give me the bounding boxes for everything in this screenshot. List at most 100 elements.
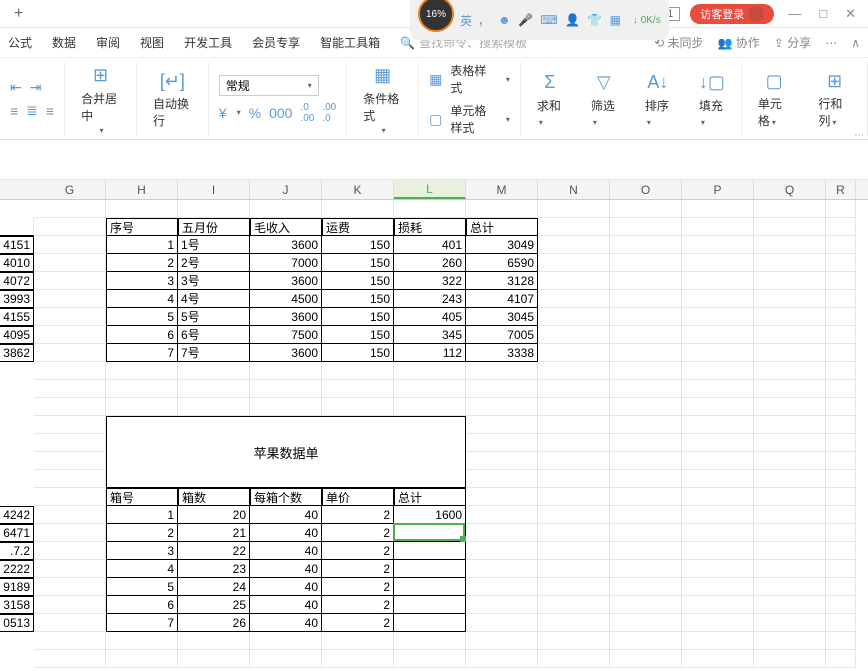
- data-cell[interactable]: 损耗: [394, 218, 466, 236]
- partial-cell[interactable]: 4242: [0, 506, 34, 524]
- cell[interactable]: [538, 380, 610, 398]
- cell[interactable]: [34, 380, 106, 398]
- cell[interactable]: [826, 488, 856, 506]
- cell[interactable]: [538, 254, 610, 272]
- indent-icon[interactable]: ⇥: [30, 79, 42, 96]
- col-header-O[interactable]: O: [610, 180, 682, 199]
- cell[interactable]: [106, 398, 178, 416]
- person-icon[interactable]: 👤: [565, 13, 580, 27]
- cell[interactable]: [178, 380, 250, 398]
- cell[interactable]: [34, 542, 106, 560]
- cell[interactable]: [538, 272, 610, 290]
- cell[interactable]: [754, 560, 826, 578]
- cell[interactable]: [826, 434, 856, 452]
- guest-login-button[interactable]: 访客登录: [690, 4, 774, 24]
- data-cell[interactable]: 150: [322, 236, 394, 254]
- data-cell[interactable]: 2: [322, 524, 394, 542]
- cell[interactable]: [34, 344, 106, 362]
- data-cell[interactable]: 2: [322, 614, 394, 632]
- data-cell[interactable]: 7: [106, 614, 178, 632]
- col-header-M[interactable]: M: [466, 180, 538, 199]
- data-cell[interactable]: 5: [106, 308, 178, 326]
- data-cell[interactable]: [394, 524, 466, 542]
- new-tab-button[interactable]: +: [8, 5, 29, 23]
- cell[interactable]: [682, 560, 754, 578]
- data-cell[interactable]: 405: [394, 308, 466, 326]
- ime-widget[interactable]: 16% 英 ， ☻ 🎤 ⌨ 👤 👕 ▦ ↓ 0K/s: [410, 0, 669, 40]
- cell[interactable]: [34, 308, 106, 326]
- cell[interactable]: [34, 632, 106, 650]
- cell[interactable]: [610, 542, 682, 560]
- cell[interactable]: [466, 650, 538, 668]
- cell[interactable]: [826, 308, 856, 326]
- cell[interactable]: [754, 578, 826, 596]
- data-cell[interactable]: [394, 578, 466, 596]
- cell[interactable]: [610, 578, 682, 596]
- cell[interactable]: [538, 596, 610, 614]
- cell[interactable]: [754, 380, 826, 398]
- cell[interactable]: [826, 452, 856, 470]
- partial-cell[interactable]: 0513: [0, 614, 34, 632]
- cell[interactable]: [538, 398, 610, 416]
- data-cell[interactable]: 2: [106, 254, 178, 272]
- cell[interactable]: [538, 434, 610, 452]
- cell[interactable]: [682, 524, 754, 542]
- cell[interactable]: [538, 542, 610, 560]
- data-cell[interactable]: 150: [322, 308, 394, 326]
- data-cell[interactable]: 3600: [250, 308, 322, 326]
- data-cell[interactable]: 4500: [250, 290, 322, 308]
- data-cell[interactable]: 40: [250, 578, 322, 596]
- cell[interactable]: [106, 200, 178, 218]
- cell-button[interactable]: ▢单元格▾: [752, 67, 797, 131]
- cell[interactable]: [106, 632, 178, 650]
- cell[interactable]: [34, 416, 106, 434]
- data-cell[interactable]: 3600: [250, 344, 322, 362]
- data-cell[interactable]: 3338: [466, 344, 538, 362]
- cell[interactable]: [682, 254, 754, 272]
- cell[interactable]: [538, 488, 610, 506]
- data-cell[interactable]: 150: [322, 326, 394, 344]
- partial-cell[interactable]: 9189: [0, 578, 34, 596]
- cell[interactable]: [34, 398, 106, 416]
- cell[interactable]: [178, 362, 250, 380]
- cell[interactable]: [322, 380, 394, 398]
- data-cell[interactable]: [394, 614, 466, 632]
- partial-cell[interactable]: 4151: [0, 236, 34, 254]
- data-cell[interactable]: 2: [322, 560, 394, 578]
- col-header-P[interactable]: P: [682, 180, 754, 199]
- cell[interactable]: [34, 488, 106, 506]
- data-cell[interactable]: 2号: [178, 254, 250, 272]
- collapse-ribbon[interactable]: ∧: [851, 36, 860, 50]
- menu-review[interactable]: 审阅: [96, 34, 120, 51]
- cell[interactable]: [394, 632, 466, 650]
- cell[interactable]: [34, 596, 106, 614]
- data-cell[interactable]: 4: [106, 560, 178, 578]
- thousand-button[interactable]: 000: [269, 105, 292, 121]
- cell[interactable]: [34, 470, 106, 488]
- data-cell[interactable]: 1: [106, 236, 178, 254]
- data-cell[interactable]: 3号: [178, 272, 250, 290]
- partial-cell[interactable]: 3862: [0, 344, 34, 362]
- data-cell[interactable]: 7005: [466, 326, 538, 344]
- data-cell[interactable]: 40: [250, 524, 322, 542]
- cell[interactable]: [34, 326, 106, 344]
- cell[interactable]: [34, 614, 106, 632]
- cell[interactable]: [610, 632, 682, 650]
- cell[interactable]: [826, 542, 856, 560]
- data-cell[interactable]: 运费: [322, 218, 394, 236]
- cell[interactable]: [250, 362, 322, 380]
- cell[interactable]: [538, 452, 610, 470]
- cell[interactable]: [250, 650, 322, 668]
- cell[interactable]: [178, 650, 250, 668]
- data-cell[interactable]: 25: [178, 596, 250, 614]
- cell[interactable]: [538, 236, 610, 254]
- cell-style-button[interactable]: ▢ 单元格样式▾: [429, 102, 510, 136]
- cell[interactable]: [682, 632, 754, 650]
- data-cell[interactable]: 4: [106, 290, 178, 308]
- cell[interactable]: [610, 614, 682, 632]
- data-cell[interactable]: 3: [106, 272, 178, 290]
- cell[interactable]: [610, 434, 682, 452]
- filter-button[interactable]: ▽筛选▾: [585, 69, 623, 130]
- data-cell[interactable]: 150: [322, 344, 394, 362]
- data-cell[interactable]: 401: [394, 236, 466, 254]
